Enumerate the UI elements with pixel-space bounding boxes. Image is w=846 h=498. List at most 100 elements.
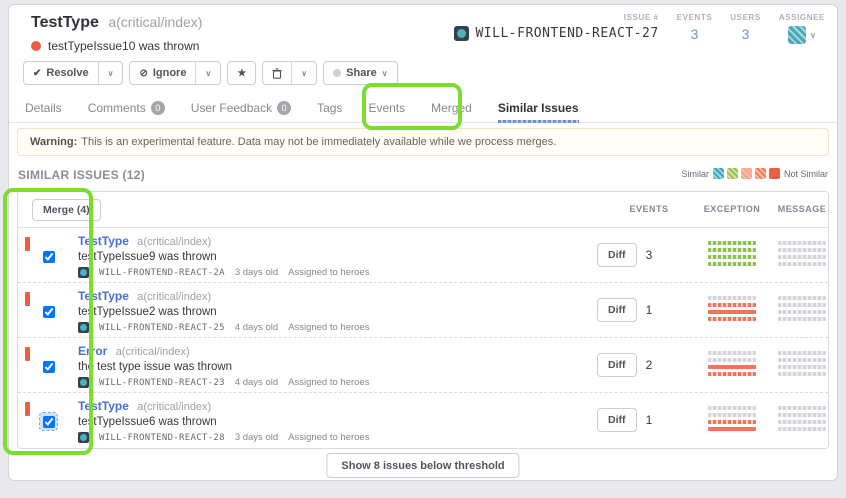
events-count[interactable]: 3 [691, 26, 699, 42]
row-text: TestType a(critical/index) testTypeIssue… [78, 289, 369, 333]
issue-detail-card: TestType a(critical/index) testTypeIssue… [8, 4, 838, 481]
app-window: TestType a(critical/index) testTypeIssue… [0, 0, 846, 498]
bar-gray [778, 296, 826, 300]
checkmark-icon: ✔ [33, 68, 41, 79]
merge-checkbox[interactable] [43, 416, 55, 428]
delete-dropdown-button[interactable]: ∨ [291, 62, 316, 84]
issue-stats: ISSUE # WILL-FRONTEND-REACT-27 EVENTS 3 … [454, 13, 825, 44]
exception-similarity-bars [708, 351, 756, 376]
show-below-threshold-button[interactable]: Show 8 issues below threshold [326, 453, 519, 478]
similar-issue-row: TestType a(critical/index) testTypeIssue… [18, 283, 828, 338]
issue-name-link[interactable]: Error [78, 344, 107, 358]
bar-gray [778, 310, 826, 314]
tab-similar-issues[interactable]: Similar Issues [498, 93, 579, 123]
merge-checkbox[interactable] [43, 306, 55, 318]
issue-culprit: a(critical/index) [116, 346, 190, 358]
issue-short-id: WILL-FRONTEND-REACT-25 [99, 323, 225, 333]
issue-message: testTypeIssue2 was thrown [78, 306, 369, 318]
assignee-label: ASSIGNEE [779, 13, 825, 22]
bar-gray [778, 248, 826, 252]
events-label: EVENTS [677, 13, 713, 22]
issue-culprit: a(critical/index) [137, 401, 211, 413]
merge-button[interactable]: Merge (4) [32, 199, 101, 221]
tab-events[interactable]: Events [368, 93, 405, 123]
project-icon [454, 26, 469, 41]
resolve-label: Resolve [46, 67, 88, 79]
feedback-count-badge: 0 [277, 101, 291, 115]
issue-short-id: WILL-FRONTEND-REACT-27 [475, 26, 658, 41]
stat-issue-number: ISSUE # WILL-FRONTEND-REACT-27 [454, 13, 658, 41]
ignore-button[interactable]: ⊘ Ignore [130, 62, 195, 84]
trash-icon [272, 68, 282, 79]
tab-label: Merged [431, 101, 472, 115]
issue-meta: WILL-FRONTEND-REACT-28 3 days old Assign… [78, 432, 369, 443]
tab-merged[interactable]: Merged [431, 93, 472, 123]
swatch-teal-dot [713, 168, 724, 179]
bar-green-dot [708, 262, 756, 266]
bar-gray [778, 358, 826, 362]
issue-meta: WILL-FRONTEND-REACT-23 4 days old Assign… [78, 377, 369, 388]
bar-orange-dot [708, 317, 756, 321]
merge-checkbox[interactable] [43, 361, 55, 373]
swatch-salmon [741, 168, 752, 179]
legend-similar-label: Similar [681, 169, 709, 179]
issue-id-wrap[interactable]: WILL-FRONTEND-REACT-27 [454, 26, 658, 41]
tab-comments[interactable]: Comments 0 [88, 93, 165, 123]
bar-gray [708, 351, 756, 355]
issue-age: 3 days old [235, 267, 278, 278]
swatch-green-dot [727, 168, 738, 179]
resolve-dropdown-button[interactable]: ∨ [98, 62, 123, 84]
action-toolbar: ✔ Resolve ∨ ⊘ Ignore ∨ ★ [23, 61, 398, 85]
project-icon [78, 432, 89, 443]
issue-short-id: WILL-FRONTEND-REACT-28 [99, 433, 225, 443]
bookmark-button[interactable]: ★ [228, 62, 255, 84]
chevron-down-icon: ∨ [108, 69, 114, 78]
column-header-events: EVENTS [604, 204, 694, 214]
issue-subtitle-row: testTypeIssue10 was thrown [31, 39, 199, 53]
issue-age: 4 days old [235, 322, 278, 333]
tab-tags[interactable]: Tags [317, 93, 342, 123]
chevron-down-icon: ∨ [810, 30, 817, 41]
resolve-button[interactable]: ✔ Resolve [24, 62, 98, 84]
error-level-bar [25, 237, 30, 251]
merge-checkbox[interactable] [43, 251, 55, 263]
issue-name-link[interactable]: TestType [78, 399, 129, 413]
delete-button-group: ∨ [262, 61, 317, 85]
issue-assigned: Assigned to heroes [288, 432, 369, 443]
issue-assigned: Assigned to heroes [288, 322, 369, 333]
issue-tab-bar: Details Comments 0 User Feedback 0 Tags … [9, 93, 837, 123]
bar-gray [778, 427, 826, 431]
bar-orange-solid [708, 310, 756, 314]
bar-green-dot [708, 248, 756, 252]
ignore-dropdown-button[interactable]: ∨ [195, 62, 220, 84]
assignee-avatar [788, 26, 806, 44]
error-level-bar [25, 402, 30, 416]
share-button[interactable]: Share ∨ [324, 62, 396, 84]
issue-age: 4 days old [235, 377, 278, 388]
tab-details[interactable]: Details [25, 93, 62, 123]
delete-button[interactable] [263, 62, 291, 84]
ignore-label: Ignore [153, 67, 187, 79]
exception-similarity-bars [708, 241, 756, 266]
row-events-count: 3 [629, 248, 669, 262]
bar-orange-solid [708, 427, 756, 431]
bar-gray [778, 365, 826, 369]
tab-label: Events [368, 101, 405, 115]
tab-user-feedback[interactable]: User Feedback 0 [191, 93, 291, 123]
issue-name-link[interactable]: TestType [78, 289, 129, 303]
bar-gray [708, 296, 756, 300]
bar-gray [778, 413, 826, 417]
bar-gray [778, 406, 826, 410]
issue-short-id: WILL-FRONTEND-REACT-23 [99, 378, 225, 388]
users-count[interactable]: 3 [742, 26, 750, 42]
tab-label: Details [25, 101, 62, 115]
resolve-button-group: ✔ Resolve ∨ [23, 61, 123, 85]
issue-culprit: a(critical/index) [137, 236, 211, 248]
bar-gray [778, 255, 826, 259]
legend-not-similar-label: Not Similar [784, 169, 828, 179]
issue-name-link[interactable]: TestType [78, 234, 129, 248]
bar-gray [778, 303, 826, 307]
assignee-selector[interactable]: ∨ [788, 26, 817, 44]
users-label: USERS [730, 13, 761, 22]
bar-gray [778, 262, 826, 266]
